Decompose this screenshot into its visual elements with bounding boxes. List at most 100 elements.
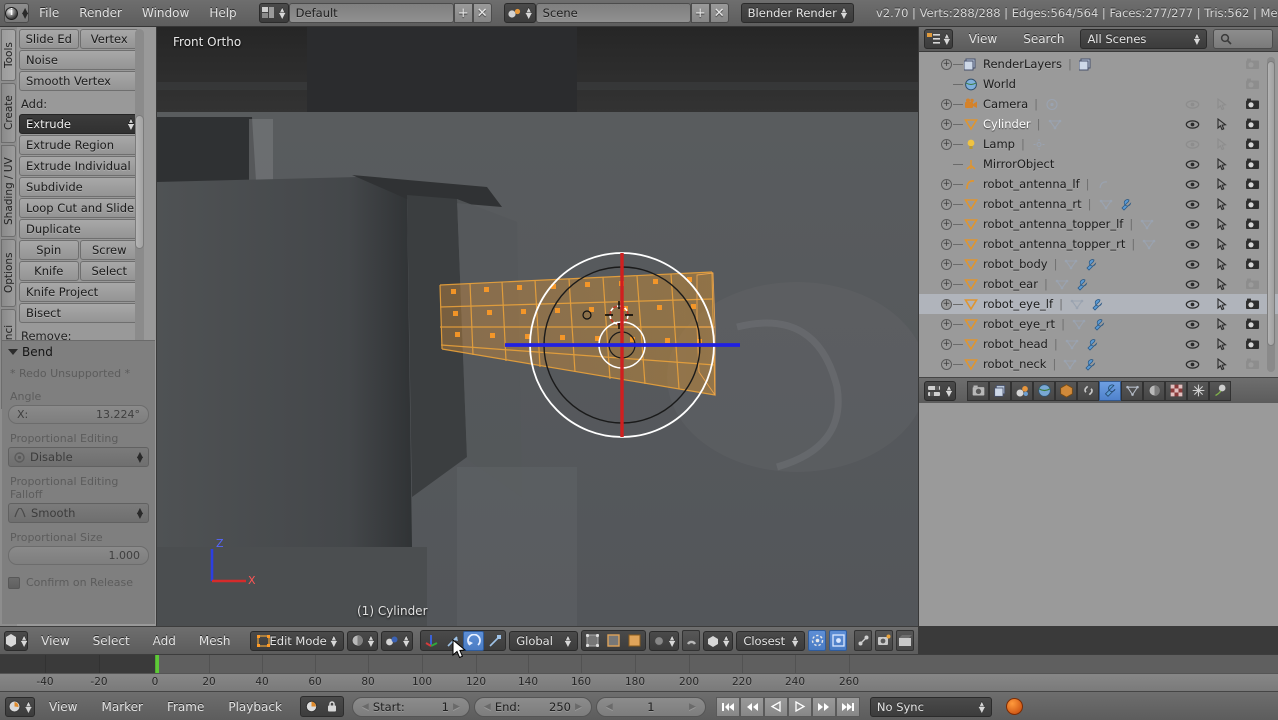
outliner-scrollbar[interactable] bbox=[1267, 57, 1275, 372]
outliner-mesh-data-icon[interactable] bbox=[1098, 197, 1114, 211]
renderability-camera-icon[interactable] bbox=[1245, 298, 1260, 310]
timeline-menu-marker[interactable]: Marker bbox=[91, 696, 152, 718]
select-button[interactable]: Select bbox=[79, 261, 139, 281]
renderability-camera-icon[interactable] bbox=[1245, 178, 1260, 190]
tool-shelf-scrollbar[interactable] bbox=[135, 29, 144, 359]
selectability-cursor-icon[interactable] bbox=[1217, 177, 1228, 191]
selectability-cursor-icon[interactable] bbox=[1217, 157, 1228, 171]
lock-time-button[interactable] bbox=[322, 697, 343, 717]
outliner-row-World[interactable]: World bbox=[919, 74, 1278, 94]
confirm-on-release-row[interactable]: Confirm on Release bbox=[8, 576, 149, 589]
transform-orientation-select[interactable]: Global ▲ ▼ bbox=[509, 630, 579, 651]
properties-render-layers-tab[interactable] bbox=[989, 380, 1011, 401]
end-increment-icon[interactable]: ▶ bbox=[575, 702, 582, 712]
renderability-camera-icon[interactable] bbox=[1245, 318, 1260, 330]
outliner-mesh-data-icon[interactable] bbox=[1069, 297, 1085, 311]
outliner-curve-data-icon[interactable] bbox=[1096, 177, 1112, 191]
visibility-eye-icon[interactable] bbox=[1185, 99, 1200, 110]
noise-button[interactable]: Noise bbox=[19, 50, 139, 70]
expand-toggle-icon[interactable]: + bbox=[941, 338, 952, 350]
outliner-row-robot_antenna_rt[interactable]: + robot_antenna_rt | bbox=[919, 194, 1278, 214]
selectability-cursor-icon[interactable] bbox=[1217, 117, 1228, 131]
outliner-renderlayer-icon[interactable] bbox=[1078, 57, 1094, 71]
delete-screen-layout-button[interactable]: ✕ bbox=[472, 3, 492, 23]
visibility-eye-icon[interactable] bbox=[1185, 359, 1200, 370]
outliner-row-robot_antenna_topper_rt[interactable]: + robot_antenna_topper_rt | bbox=[919, 234, 1278, 254]
loop-cut-and-slide-button[interactable]: Loop Cut and Slide bbox=[19, 198, 139, 218]
outliner-mesh-data-icon[interactable] bbox=[1063, 257, 1079, 271]
properties-constraints-tab[interactable] bbox=[1077, 380, 1099, 401]
renderability-camera-icon[interactable] bbox=[1245, 238, 1260, 250]
edge-select-mode-button[interactable] bbox=[603, 631, 624, 651]
delete-scene-button[interactable]: ✕ bbox=[709, 3, 729, 23]
new-scene-button[interactable]: + bbox=[690, 3, 710, 23]
falloff-select[interactable]: Smooth ▲ ▼ bbox=[8, 503, 149, 523]
selectability-cursor-icon[interactable] bbox=[1217, 297, 1228, 311]
properties-texture-tab[interactable] bbox=[1165, 380, 1187, 401]
snap-element-select[interactable]: ▲ ▼ bbox=[703, 630, 734, 651]
selectability-cursor-icon[interactable] bbox=[1217, 197, 1228, 211]
selectability-cursor-icon[interactable] bbox=[1217, 277, 1228, 291]
viewport-menu-view[interactable]: View bbox=[31, 630, 79, 652]
menu-help[interactable]: Help bbox=[199, 2, 246, 24]
outliner-scrollbar-thumb[interactable] bbox=[1267, 61, 1275, 346]
outliner-row-robot_neck[interactable]: + robot_neck | bbox=[919, 354, 1278, 374]
menu-render[interactable]: Render bbox=[69, 2, 132, 24]
outliner-mesh-data-icon[interactable] bbox=[1071, 317, 1087, 331]
screw-button[interactable]: Screw bbox=[79, 240, 139, 260]
renderability-camera-icon[interactable] bbox=[1245, 58, 1260, 70]
timeline-menu-playback[interactable]: Playback bbox=[218, 696, 292, 718]
expand-toggle-icon[interactable]: + bbox=[941, 58, 952, 70]
outliner-row-robot_eye_lf[interactable]: + robot_eye_lf | bbox=[919, 294, 1278, 314]
extrude-region-button[interactable]: Extrude Region bbox=[19, 135, 139, 155]
proportional-falloff-toggle[interactable] bbox=[829, 630, 848, 651]
outliner-modifier-wrench-icon[interactable] bbox=[1091, 317, 1107, 331]
visibility-eye-icon[interactable] bbox=[1185, 219, 1200, 230]
start-increment-icon[interactable]: ▶ bbox=[453, 702, 460, 712]
extrude-individual-button[interactable]: Extrude Individual bbox=[19, 156, 139, 176]
expand-toggle-icon[interactable]: + bbox=[941, 358, 952, 370]
outliner-row-robot_antenna_lf[interactable]: + robot_antenna_lf | bbox=[919, 174, 1278, 194]
confirm-on-release-checkbox[interactable] bbox=[8, 576, 20, 589]
auto-merge-toggle[interactable] bbox=[854, 630, 873, 651]
pivot-point-select[interactable]: ▲ ▼ bbox=[381, 630, 414, 651]
expand-toggle-icon[interactable]: + bbox=[941, 198, 952, 210]
visibility-eye-icon[interactable] bbox=[1185, 299, 1200, 310]
expand-toggle-icon[interactable]: + bbox=[941, 178, 952, 190]
outliner-mesh-data-icon[interactable] bbox=[1141, 237, 1157, 251]
expand-toggle-icon[interactable]: + bbox=[941, 98, 952, 110]
expand-toggle-icon[interactable]: + bbox=[941, 218, 952, 230]
outliner-row-Camera[interactable]: + Camera | bbox=[919, 94, 1278, 114]
tab-shading-uv[interactable]: Shading / UV bbox=[1, 145, 16, 237]
expand-toggle-icon[interactable]: + bbox=[941, 118, 952, 130]
timeline-menu-view[interactable]: View bbox=[39, 696, 87, 718]
outliner-row-RenderLayers[interactable]: + RenderLayers | bbox=[919, 54, 1278, 74]
jump-to-end-button[interactable] bbox=[835, 696, 860, 717]
renderability-camera-icon[interactable] bbox=[1245, 98, 1260, 110]
menu-file[interactable]: File bbox=[29, 2, 69, 24]
outliner-row-robot_ear[interactable]: + robot_ear | bbox=[919, 274, 1278, 294]
menu-window[interactable]: Window bbox=[132, 2, 199, 24]
start-frame-field[interactable]: ◀ Start: 1 ▶ bbox=[351, 696, 470, 717]
fast-forward-button[interactable] bbox=[811, 696, 836, 717]
outliner-row-robot_antenna_topper_lf[interactable]: + robot_antenna_topper_lf | bbox=[919, 214, 1278, 234]
proportional-edit-toggle[interactable] bbox=[808, 630, 827, 651]
viewport-menu-add[interactable]: Add bbox=[143, 630, 186, 652]
frame-decrement-icon[interactable]: ◀ bbox=[606, 702, 613, 712]
visibility-eye-icon[interactable] bbox=[1185, 239, 1200, 250]
renderability-camera-icon[interactable] bbox=[1245, 138, 1260, 150]
end-frame-field[interactable]: ◀ End: 250 ▶ bbox=[473, 696, 592, 717]
expand-toggle-icon[interactable]: + bbox=[941, 298, 952, 310]
render-animation-button[interactable] bbox=[896, 630, 915, 651]
selectability-cursor-icon[interactable] bbox=[1217, 237, 1228, 251]
renderability-camera-icon[interactable] bbox=[1245, 158, 1260, 170]
outliner-menu-search[interactable]: Search bbox=[1013, 28, 1074, 50]
properties-physics-tab[interactable] bbox=[1209, 380, 1231, 401]
selectability-cursor-icon[interactable] bbox=[1217, 317, 1228, 331]
renderability-camera-icon[interactable] bbox=[1245, 358, 1260, 370]
vertex-select-mode-button[interactable] bbox=[582, 631, 603, 651]
sync-mode-select[interactable]: No Sync ▲ ▼ bbox=[869, 696, 992, 717]
properties-world-tab[interactable] bbox=[1033, 380, 1055, 401]
expand-toggle-icon[interactable]: + bbox=[941, 138, 952, 150]
outliner-mesh-data-icon[interactable] bbox=[1064, 337, 1080, 351]
